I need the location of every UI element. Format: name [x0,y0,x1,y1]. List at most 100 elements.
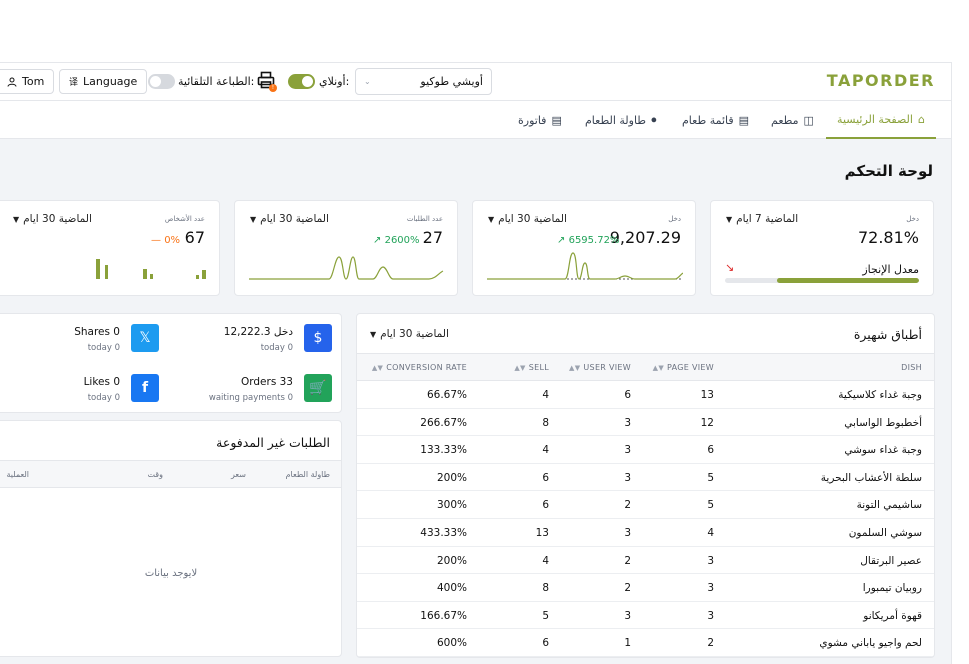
page-view-cell: 4 [707,527,714,539]
online-label: أونلاي: [319,75,350,88]
utensils-icon: ⦁ [651,113,657,126]
user-view-cell: 2 [624,499,631,512]
trend-up-icon: ↗ [557,235,566,246]
sell-cell: 4 [542,444,549,457]
page-view-cell: 6 [707,444,714,457]
sort-icon: ▲▼ [514,364,526,372]
language-button[interactable]: 译 Language [59,69,148,94]
sort-icon: ▲▼ [371,364,384,372]
social-income-sub: today 0 [260,343,293,353]
stat-caption: عدد الأشخاص [164,215,205,223]
sell-cell: 6 [542,499,549,512]
goal-label: معدل الإنجاز [862,263,919,276]
col-user-view[interactable]: ▲▼ USER VIEW [569,363,631,372]
stat-change: ↗ 2600% [373,235,420,246]
cart-icon: 🛒 [304,374,332,402]
top-header: TAPORDER أويشي طوكيو ⌄ أونلاي: ! الطباعة… [0,63,951,101]
stat-value: 67 [184,228,205,247]
period-label: الماضية 30 ايام [380,328,449,340]
dish-cell: سوشي السلمون [848,527,922,539]
page-view-cell: 3 [707,609,714,622]
col-page-view[interactable]: ▲▼ PAGE VIEW [653,363,714,372]
popular-dishes-title: أطباق شهيرة [853,327,922,342]
col-table: طاولة الطعام [285,470,330,479]
print-badge: ! [269,84,277,92]
stat-caption: دخل [906,215,919,223]
user-view-cell: 1 [624,637,631,650]
chevron-down-icon: ▼ [13,214,20,224]
period-select[interactable]: ▼ الماضية 7 ايام [726,213,798,225]
user-button[interactable]: Tom [0,69,55,94]
table-row: عصير البرتقال 3 2 4 200% [357,547,934,575]
sort-icon: ▲▼ [652,364,665,372]
conversion-rate-cell: 266.67% [420,416,467,429]
stat-card-people: عدد الأشخاص ▼ الماضية 30 ايام 67 — 0% [0,200,220,296]
conversion-rate-cell: 66.67% [426,389,467,401]
conversion-rate-cell: 200% [436,554,467,567]
stat-caption: دخل [668,215,681,223]
period-select[interactable]: ▼ الماضية 30 ايام [370,328,449,340]
tab-invoice[interactable]: ▤ فاتورة [518,101,562,139]
chevron-down-icon: ▼ [250,214,257,224]
conversion-rate-cell: 300% [436,499,467,512]
printer-icon[interactable]: ! [257,71,277,92]
people-bar-chart [96,259,206,279]
stat-change-value: 2600% [384,235,420,246]
tab-menu[interactable]: ▤ قائمة طعام [682,101,749,139]
period-select[interactable]: ▼ الماضية 30 ايام [13,213,92,225]
stat-value: 9,207.29 [609,228,681,247]
sell-cell: 13 [535,527,549,539]
tab-restaurant[interactable]: ◫ مطعم [771,101,814,139]
period-select[interactable]: ▼ الماضية 30 ايام [250,213,329,225]
user-icon [7,77,17,87]
col-price: سعر [231,470,246,479]
period-label: الماضية 30 ايام [498,213,567,225]
tab-home[interactable]: ⌂ الصفحة الرئيسية [826,101,936,139]
trend-flat-icon: — [151,235,161,246]
stat-change: ↗ 6595.72% [557,235,619,246]
dish-cell: أخطبوط الواسابي [844,416,922,429]
social-likes-sub: today 0 [87,393,120,403]
col-conversion-rate[interactable]: ▲▼ CONVERSION RATE [372,363,467,372]
tab-restaurant-label: مطعم [771,113,799,127]
branch-select-value: أويشي طوكيو [420,75,483,88]
stat-change: — 0% [151,235,180,246]
tab-dining-table-label: طاولة الطعام [585,113,647,127]
table-row: وجبة غداء سوشي 6 3 4 133.33% [357,436,934,464]
logo: TAPORDER [826,71,935,90]
chevron-down-icon: ▼ [370,329,377,339]
sell-cell: 4 [542,554,549,567]
period-select[interactable]: ▼ الماضية 30 ايام [488,213,567,225]
stat-card-orders: عدد الطلبات ▼ الماضية 30 ايام 27 ↗ 2600% [234,200,458,296]
col-user-view-label: USER VIEW [583,363,631,372]
auto-print-toggle[interactable] [148,74,175,89]
tab-dining-table[interactable]: ⦁ طاولة الطعام [585,101,657,139]
period-label: الماضية 7 ايام [736,213,799,225]
translate-icon: 译 [69,78,79,88]
online-toggle[interactable] [288,74,315,89]
col-page-view-label: PAGE VIEW [667,363,714,372]
social-orders-title: Orders 33 [240,376,293,388]
popular-dishes-card: أطباق شهيرة ▼ الماضية 30 ايام DISH ▲▼ PAGE… [356,313,935,658]
col-dish: DISH [901,363,922,372]
stat-value: 72.81% [857,228,919,247]
dollar-icon: $ [304,324,332,352]
page-view-cell: 2 [707,637,714,650]
user-view-cell: 3 [624,416,631,429]
conversion-rate-cell: 200% [436,471,467,484]
language-button-label: Language [83,75,138,88]
page-view-cell: 3 [707,582,714,595]
receipt-icon: ▤ [551,113,562,127]
twitter-icon: 𝕏 [131,324,159,352]
col-sell[interactable]: ▲▼ SELL [514,363,549,372]
branch-select[interactable]: أويشي طوكيو ⌄ [355,68,492,95]
table-row: أخطبوط الواسابي 12 3 8 266.67% [357,409,934,437]
dish-cell: لحم واجيو ياباني مشوي [819,637,922,650]
social-orders-sub: waiting payments 0 [208,393,293,403]
dish-cell: وجبة غداء سوشي [844,444,922,457]
auto-print-label: الطباعة التلقائية: [178,75,255,88]
col-time: وقت [147,470,163,479]
dish-cell: ساشيمي التونة [856,499,922,512]
facebook-icon: f [131,374,159,402]
unpaid-orders-card: الطلبات غير المدفوعة طاولة الطعام سعر وق… [0,420,342,657]
